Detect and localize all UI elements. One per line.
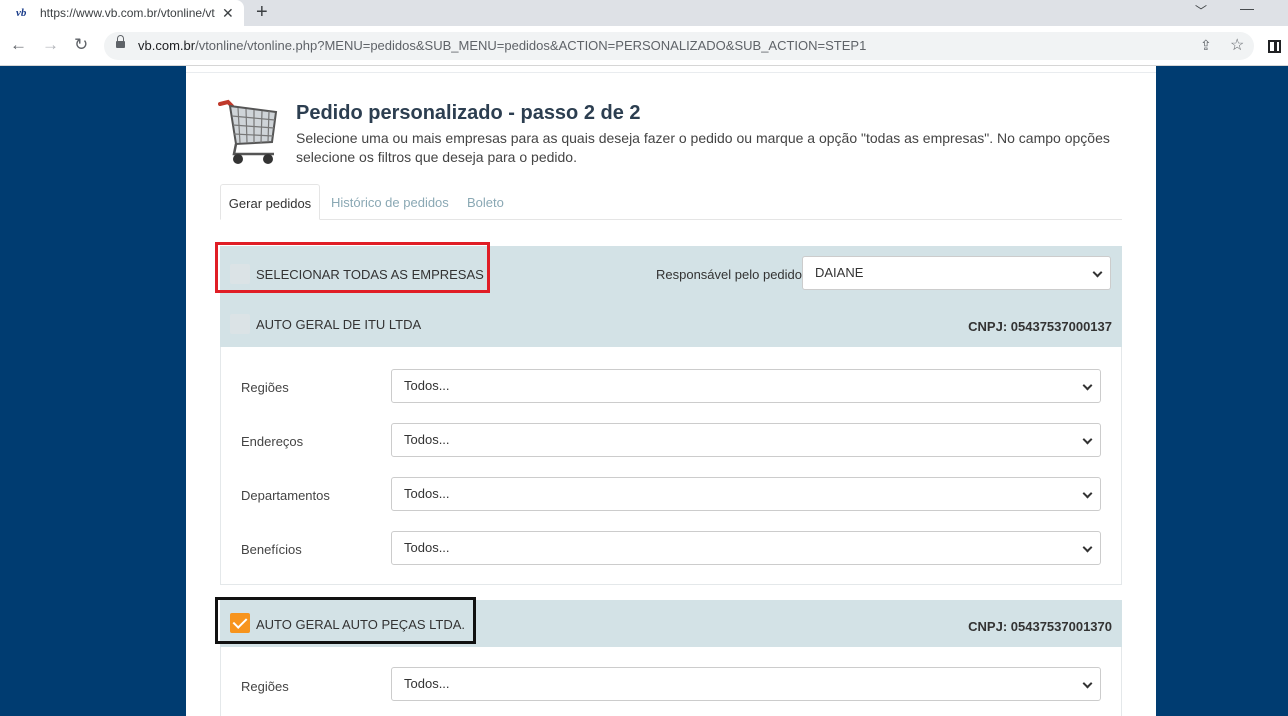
filter-label-regioes: Regiões [241, 679, 289, 694]
company-block: AUTO GERAL AUTO PEÇAS LTDA. CNPJ: 054375… [220, 600, 1122, 716]
company-filters: Regiões Todos... [220, 647, 1122, 716]
site-favicon-icon: vb [16, 7, 27, 19]
forward-arrow-icon[interactable]: → [42, 35, 59, 55]
bookmark-star-icon[interactable]: ☆ [1230, 35, 1244, 55]
chevron-down-icon [1092, 267, 1103, 278]
company-checkbox[interactable] [230, 613, 250, 633]
chevron-down-icon[interactable]: ﹀ [1195, 2, 1207, 19]
responsavel-label: Responsável pelo pedido [656, 267, 802, 282]
reload-icon[interactable]: ↻ [74, 35, 88, 55]
filter-label-enderecos: Endereços [241, 434, 304, 449]
select-value: Todos... [404, 676, 450, 691]
select-value: Todos... [404, 432, 450, 447]
new-tab-plus-icon[interactable]: + [256, 1, 268, 24]
company-header: AUTO GERAL AUTO PEÇAS LTDA. CNPJ: 054375… [220, 600, 1122, 647]
company-header: SELECIONAR TODAS AS EMPRESAS Responsável… [220, 246, 1122, 347]
tab-gerar-pedidos[interactable]: Gerar pedidos [220, 184, 320, 220]
filter-label-departamentos: Departamentos [241, 488, 330, 503]
main-content: Pedido personalizado - passo 2 de 2 Sele… [186, 66, 1156, 716]
tab-boleto[interactable]: Boleto [467, 184, 504, 220]
tab-bar: Gerar pedidos Histórico de pedidos Bolet… [220, 184, 1122, 220]
url-text[interactable]: vb.com.br/vtonline/vtonline.php?MENU=ped… [138, 38, 866, 53]
select-value: Todos... [404, 486, 450, 501]
select-all-checkbox[interactable] [230, 264, 250, 284]
responsavel-select[interactable]: DAIANE [802, 256, 1111, 290]
tab-title: https://www.vb.com.br/vtonline/vt [40, 6, 215, 20]
company-name: AUTO GERAL DE ITU LTDA [256, 317, 422, 332]
browser-toolbar: ← → ↻ vb.com.br/vtonline/vtonline.php?ME… [0, 26, 1288, 66]
company-cnpj: CNPJ: 05437537000137 [968, 319, 1112, 334]
chevron-down-icon [1082, 542, 1093, 553]
minimize-icon[interactable]: — [1240, 0, 1254, 16]
company-filters: Regiões Todos... Endereços Todos... Depa… [220, 347, 1122, 585]
divider [186, 72, 1156, 73]
browser-tab[interactable]: vb https://www.vb.com.br/vtonline/vt ✕ [0, 0, 244, 26]
side-panel-icon[interactable] [1268, 40, 1281, 53]
chevron-down-icon [1082, 678, 1093, 689]
browser-tab-strip: vb https://www.vb.com.br/vtonline/vt ✕ +… [0, 0, 1288, 26]
chevron-down-icon [1082, 434, 1093, 445]
regioes-select[interactable]: Todos... [391, 667, 1101, 701]
select-value: Todos... [404, 378, 450, 393]
regioes-select[interactable]: Todos... [391, 369, 1101, 403]
chevron-down-icon [1082, 488, 1093, 499]
select-all-label: SELECIONAR TODAS AS EMPRESAS [256, 267, 484, 282]
company-block: SELECIONAR TODAS AS EMPRESAS Responsável… [220, 246, 1122, 585]
departamentos-select[interactable]: Todos... [391, 477, 1101, 511]
share-icon[interactable]: ⇪ [1200, 37, 1212, 54]
filter-label-regioes: Regiões [241, 380, 289, 395]
beneficios-select[interactable]: Todos... [391, 531, 1101, 565]
company-name: AUTO GERAL AUTO PEÇAS LTDA. [256, 617, 466, 632]
page-description: Selecione uma ou mais empresas para as q… [296, 130, 1110, 165]
address-bar[interactable]: vb.com.br/vtonline/vtonline.php?MENU=ped… [104, 32, 1254, 60]
enderecos-select[interactable]: Todos... [391, 423, 1101, 457]
chevron-down-icon [1082, 380, 1093, 391]
select-value: Todos... [404, 540, 450, 555]
filter-label-beneficios: Benefícios [241, 542, 302, 557]
close-icon[interactable]: ✕ [222, 5, 234, 22]
back-arrow-icon[interactable]: ← [10, 35, 27, 55]
company-checkbox[interactable] [230, 314, 250, 334]
tab-historico-pedidos[interactable]: Histórico de pedidos [331, 184, 449, 220]
lock-icon [116, 35, 125, 49]
page-title: Pedido personalizado - passo 2 de 2 [296, 102, 641, 124]
responsavel-value: DAIANE [815, 265, 864, 280]
shopping-cart-icon [218, 99, 278, 164]
company-cnpj: CNPJ: 05437537001370 [968, 619, 1112, 634]
